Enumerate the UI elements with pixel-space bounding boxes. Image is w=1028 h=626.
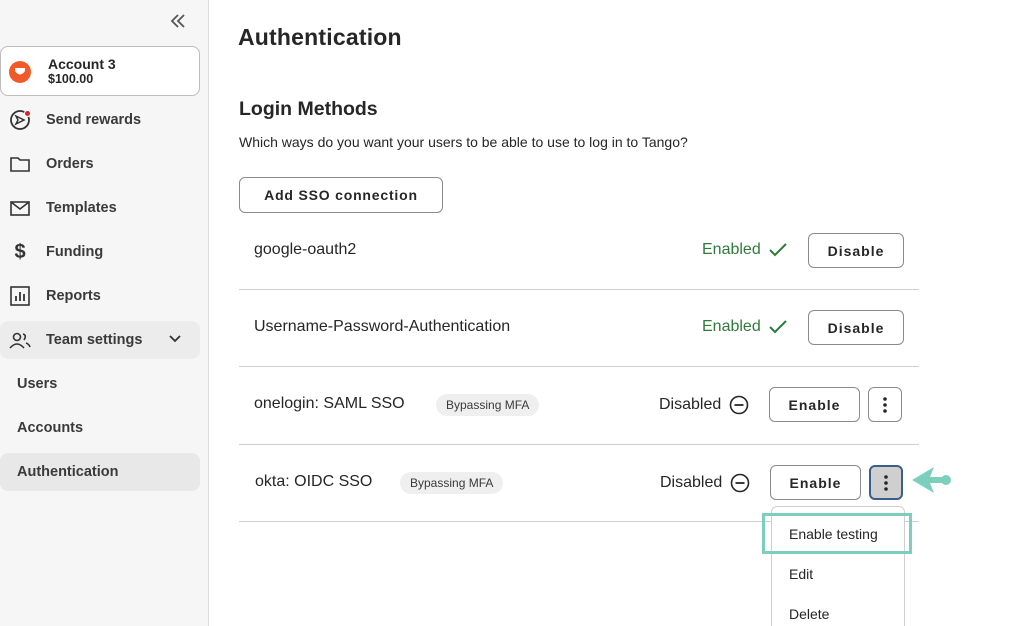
chart-icon [9, 285, 31, 307]
page-title: Authentication [238, 24, 402, 50]
login-method-row: onelogin: SAML SSO Bypassing MFA Disable… [239, 367, 919, 445]
vertical-dots-icon [883, 396, 887, 413]
account-switcher[interactable]: Account 3 $100.00 [0, 46, 200, 96]
status-enabled: Enabled [702, 318, 787, 336]
sidebar: Account 3 $100.00 Send rewards Orders Te… [0, 0, 209, 626]
sidebar-subitem-label: Authentication [17, 464, 119, 480]
tango-logo-icon [9, 61, 31, 83]
bypassing-mfa-badge: Bypassing MFA [436, 394, 540, 416]
method-name: okta: OIDC SSO [255, 473, 373, 490]
sidebar-item-label: Send rewards [46, 112, 142, 128]
enable-button[interactable]: Enable [770, 465, 861, 500]
sidebar-item-send-rewards[interactable]: Send rewards [0, 101, 200, 139]
bypassing-mfa-badge: Bypassing MFA [400, 472, 504, 494]
status-text: Enabled [702, 318, 761, 335]
minus-circle-icon [729, 395, 749, 415]
sidebar-item-reports[interactable]: Reports [0, 277, 200, 315]
sidebar-item-label: Funding [46, 244, 104, 260]
team-icon [9, 329, 31, 351]
collapse-sidebar-button[interactable] [167, 10, 189, 32]
more-options-button[interactable] [868, 387, 902, 422]
envelope-icon [9, 197, 31, 219]
menu-item-edit[interactable]: Edit [789, 566, 813, 582]
sidebar-item-orders[interactable]: Orders [0, 145, 200, 183]
section-description: Which ways do you want your users to be … [239, 134, 688, 150]
folder-icon [9, 153, 31, 175]
double-chevron-left-icon [170, 14, 185, 28]
menu-item-delete[interactable]: Delete [789, 606, 829, 622]
sidebar-item-team-settings[interactable]: Team settings [0, 321, 200, 359]
highlight-annotation [762, 513, 912, 554]
checkmark-icon [769, 243, 787, 257]
pointer-arrow-icon [912, 467, 951, 493]
add-sso-connection-button[interactable]: Add SSO connection [239, 177, 443, 213]
sidebar-item-label: Templates [46, 200, 117, 216]
login-method-row: Username-Password-Authentication Enabled… [239, 290, 919, 367]
login-method-row: google-oauth2 Enabled Disable [239, 213, 919, 290]
sidebar-subitem-authentication[interactable]: Authentication [0, 453, 200, 491]
sidebar-item-templates[interactable]: Templates [0, 189, 200, 227]
enable-button[interactable]: Enable [769, 387, 860, 422]
method-name: onelogin: SAML SSO [254, 395, 405, 412]
status-text: Enabled [702, 241, 761, 258]
vertical-dots-icon [884, 474, 888, 491]
status-disabled: Disabled [660, 473, 750, 493]
status-disabled: Disabled [659, 395, 749, 415]
chevron-down-icon [168, 332, 182, 350]
account-name: Account 3 [48, 56, 116, 72]
sidebar-subitem-users[interactable]: Users [0, 365, 200, 403]
dollar-icon: $ [14, 240, 26, 263]
sidebar-item-label: Orders [46, 156, 94, 172]
method-name: google-oauth2 [254, 241, 357, 258]
sidebar-item-label: Reports [46, 288, 101, 304]
checkmark-icon [769, 320, 787, 334]
sidebar-subitem-label: Accounts [17, 420, 84, 436]
sidebar-subitem-accounts[interactable]: Accounts [0, 409, 200, 447]
status-enabled: Enabled [702, 241, 787, 259]
notification-dot [24, 110, 31, 117]
status-text: Disabled [659, 396, 722, 413]
sidebar-subitem-label: Users [17, 376, 58, 392]
disable-button[interactable]: Disable [808, 233, 904, 268]
minus-circle-icon [730, 473, 750, 493]
more-options-button[interactable] [869, 465, 903, 500]
section-title: Login Methods [239, 98, 378, 120]
sidebar-item-label: Team settings [46, 332, 143, 348]
disable-button[interactable]: Disable [808, 310, 904, 345]
account-balance: $100.00 [48, 72, 94, 86]
method-name: Username-Password-Authentication [254, 318, 511, 335]
sidebar-item-funding[interactable]: $ Funding [0, 233, 200, 271]
status-text: Disabled [660, 474, 723, 491]
